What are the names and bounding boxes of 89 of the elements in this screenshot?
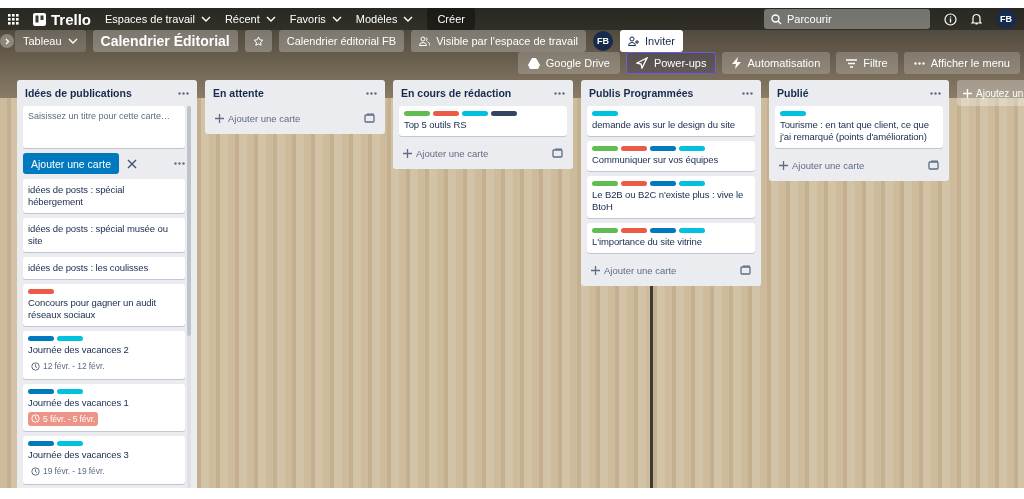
- star-icon: [252, 35, 264, 47]
- board-title[interactable]: Calendrier Éditorial: [92, 30, 238, 52]
- card[interactable]: Top 5 outils RS: [399, 106, 567, 136]
- toolbar-button[interactable]: Google Drive: [517, 52, 620, 74]
- plus-icon: [591, 265, 600, 275]
- add-card-button[interactable]: Ajouter une carte: [23, 153, 119, 174]
- template-icon[interactable]: [552, 148, 563, 158]
- add-card-button[interactable]: Ajouter une carte: [591, 264, 677, 276]
- list-title[interactable]: Publié: [777, 87, 809, 99]
- lightning-icon: [732, 57, 742, 69]
- workspace-button[interactable]: Calendrier éditorial FB: [278, 30, 405, 52]
- chevron-down-icon: [200, 16, 211, 22]
- add-person-icon: [628, 36, 640, 46]
- chevron-right-icon[interactable]: [0, 34, 14, 48]
- bell-icon[interactable]: [971, 13, 982, 25]
- chevron-down-icon: [67, 38, 78, 44]
- card[interactable]: demande avis sur le design du site: [587, 106, 755, 136]
- template-icon[interactable]: [928, 160, 939, 170]
- chevron-down-icon: [265, 16, 276, 22]
- due-date-badge[interactable]: 12 févr. - 12 févr.: [28, 359, 108, 373]
- card[interactable]: Journée des vacances 3 19 févr. - 19 févr.: [23, 436, 185, 484]
- scrollbar[interactable]: [187, 106, 191, 488]
- search-icon: [771, 14, 782, 25]
- chevron-down-icon: [403, 16, 414, 22]
- card[interactable]: idées de posts : spécial musée ou site: [23, 218, 185, 252]
- due-date-badge[interactable]: 19 févr. - 19 févr.: [28, 464, 108, 478]
- close-icon[interactable]: [126, 158, 137, 169]
- add-card-button[interactable]: Ajouter une carte: [779, 159, 865, 171]
- label[interactable]: [433, 111, 459, 116]
- people-icon: [419, 36, 431, 46]
- plus-icon: [215, 113, 224, 123]
- filter-icon: [846, 58, 858, 68]
- toolbar-button[interactable]: Automatisation: [722, 52, 831, 74]
- template-icon[interactable]: [740, 265, 751, 275]
- create-button[interactable]: Créer: [427, 8, 475, 30]
- more-icon[interactable]: [930, 91, 941, 95]
- label[interactable]: [650, 228, 676, 233]
- nav-menu[interactable]: Récent: [224, 13, 276, 25]
- list-title[interactable]: Idées de publications: [25, 87, 132, 99]
- card[interactable]: idées de posts : les coulisses: [23, 257, 185, 279]
- label[interactable]: [650, 181, 676, 186]
- visibility-button[interactable]: Visible par l'espace de travail: [411, 30, 587, 52]
- list-title[interactable]: En cours de rédaction: [401, 87, 512, 99]
- label[interactable]: [28, 441, 54, 446]
- card[interactable]: Journée des vacances 2 12 févr. - 12 févr.: [23, 331, 185, 379]
- more-icon: [913, 61, 925, 65]
- label[interactable]: [621, 181, 647, 186]
- plus-icon: [403, 148, 412, 158]
- label[interactable]: [650, 146, 676, 151]
- card[interactable]: Communiquer sur vos équipes: [587, 141, 755, 171]
- label[interactable]: [28, 289, 54, 294]
- more-icon[interactable]: [178, 91, 189, 95]
- label[interactable]: [621, 146, 647, 151]
- template-icon[interactable]: [364, 113, 375, 123]
- more-icon[interactable]: [366, 91, 377, 95]
- rocket-icon: [635, 57, 648, 69]
- toolbar-button[interactable]: Afficher le menu: [903, 52, 1020, 74]
- card[interactable]: Concours pour gagner un audit réseaux sociaux: [23, 284, 185, 326]
- app-logo[interactable]: Trello: [51, 10, 91, 28]
- label[interactable]: [28, 336, 54, 341]
- star-button[interactable]: [244, 30, 272, 52]
- card[interactable]: L'importance du site vitrine: [587, 223, 755, 253]
- view-switcher[interactable]: Tableau: [15, 30, 86, 52]
- add-card-button[interactable]: Ajouter une carte: [215, 112, 301, 124]
- toolbar-button[interactable]: Power-ups: [625, 52, 717, 74]
- more-icon[interactable]: [554, 91, 565, 95]
- nav-menu[interactable]: Espaces de travail: [105, 13, 211, 25]
- plus-icon: [779, 160, 788, 170]
- plus-icon: [963, 88, 972, 98]
- add-card-button[interactable]: Ajouter une carte: [403, 147, 489, 159]
- list-title[interactable]: En attente: [213, 87, 264, 99]
- more-icon[interactable]: [174, 162, 185, 165]
- card-title-input[interactable]: Saisissez un titre pour cette carte…: [23, 106, 185, 148]
- more-icon[interactable]: [742, 91, 753, 95]
- nav-menu[interactable]: Favoris: [289, 13, 342, 25]
- card[interactable]: idées de posts : spécial hébergement: [23, 179, 185, 213]
- label[interactable]: [28, 388, 54, 394]
- apps-grid-icon[interactable]: [8, 13, 19, 25]
- chevron-down-icon: [331, 16, 342, 22]
- card[interactable]: Le B2B ou B2C n'existe plus : vive le BtoH: [587, 176, 755, 218]
- invite-button[interactable]: Inviter: [620, 30, 684, 52]
- card[interactable]: Journée des vacances 1 5 févr. - 5 févr.: [23, 383, 185, 431]
- nav-menu[interactable]: Modèles: [355, 13, 414, 25]
- label[interactable]: [491, 111, 517, 116]
- toolbar-button[interactable]: Filtre: [836, 52, 898, 74]
- label[interactable]: [621, 228, 647, 233]
- card[interactable]: Tourisme : en tant que client, ce que j'ai remarqué (points d'amélioration): [775, 106, 943, 148]
- list-title[interactable]: Publis Programmées: [589, 87, 694, 99]
- info-icon[interactable]: [944, 12, 957, 26]
